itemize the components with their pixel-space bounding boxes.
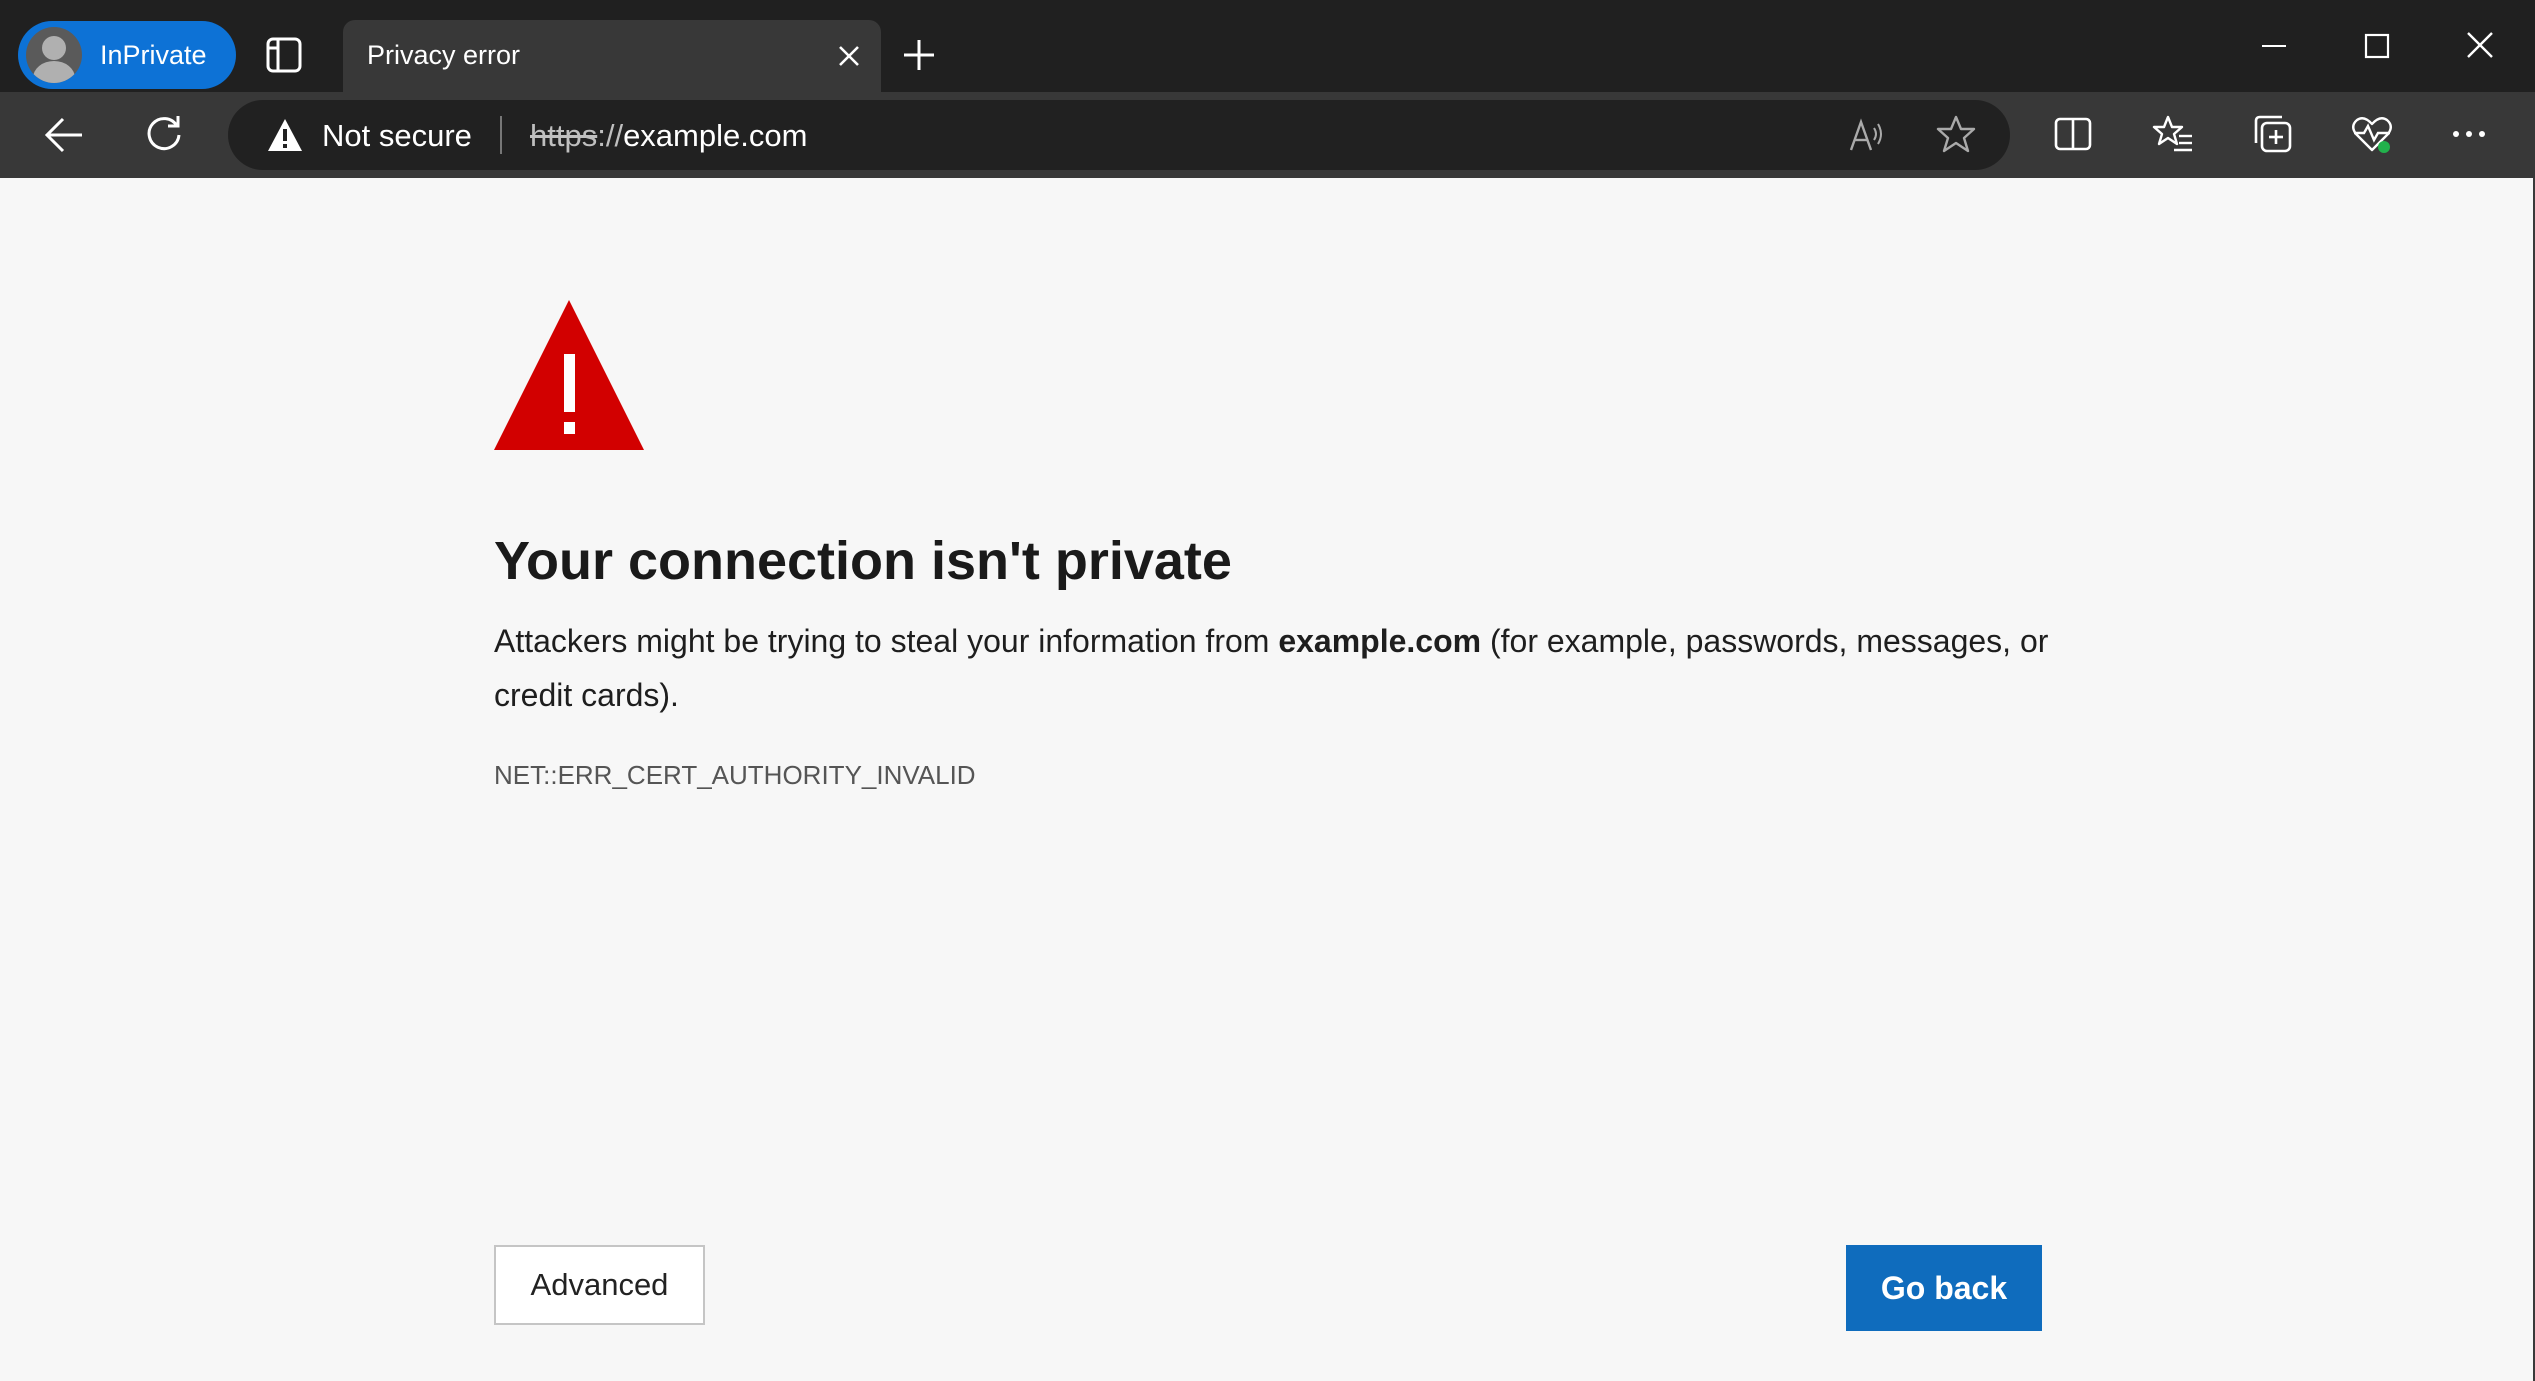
desc-text: Attackers might be trying to steal your …: [494, 623, 1279, 659]
url-text[interactable]: https://example.com: [530, 118, 807, 154]
title-bar: InPrivate Privacy error: [0, 0, 2535, 92]
warning-icon[interactable]: [266, 117, 304, 153]
collections-icon[interactable]: [2252, 113, 2294, 155]
tab-title: Privacy error: [367, 40, 521, 70]
url-host: example.com: [623, 118, 808, 153]
maximize-icon[interactable]: [2364, 33, 2390, 59]
url-separator: ://: [597, 118, 624, 153]
close-tab-icon[interactable]: [835, 42, 863, 70]
page-content: [2, 178, 2535, 1381]
avatar: [26, 27, 82, 83]
favorites-icon[interactable]: [2152, 114, 2194, 154]
new-tab-icon[interactable]: [902, 38, 936, 72]
tab-actions-icon[interactable]: [265, 36, 303, 74]
desc-host: example.com: [1278, 623, 1482, 659]
security-label[interactable]: Not secure: [322, 118, 472, 154]
inprivate-label: InPrivate: [100, 39, 207, 70]
advanced-button[interactable]: Advanced: [494, 1245, 705, 1325]
read-aloud-icon[interactable]: [1848, 116, 1886, 154]
split-screen-icon[interactable]: [2054, 116, 2092, 152]
inprivate-profile-button[interactable]: InPrivate: [18, 21, 236, 89]
close-window-icon[interactable]: [2466, 31, 2494, 59]
warning-triangle-icon: [494, 300, 644, 450]
heartbeat-icon[interactable]: [2350, 114, 2394, 156]
refresh-icon[interactable]: [144, 114, 184, 154]
address-bar[interactable]: Not secure https://example.com: [228, 100, 2010, 170]
star-icon[interactable]: [1936, 114, 1976, 154]
minimize-icon[interactable]: [2262, 44, 2286, 48]
go-back-button[interactable]: Go back: [1846, 1245, 2042, 1331]
back-arrow-icon[interactable]: [44, 116, 84, 154]
more-icon[interactable]: [2452, 130, 2486, 138]
error-description: Attackers might be trying to steal your …: [494, 614, 2054, 722]
url-scheme: https: [530, 118, 598, 153]
tab-privacy-error[interactable]: Privacy error: [343, 20, 881, 92]
divider: [500, 116, 502, 154]
page-title: Your connection isn't private: [494, 531, 1232, 591]
error-code[interactable]: NET::ERR_CERT_AUTHORITY_INVALID: [494, 760, 976, 791]
